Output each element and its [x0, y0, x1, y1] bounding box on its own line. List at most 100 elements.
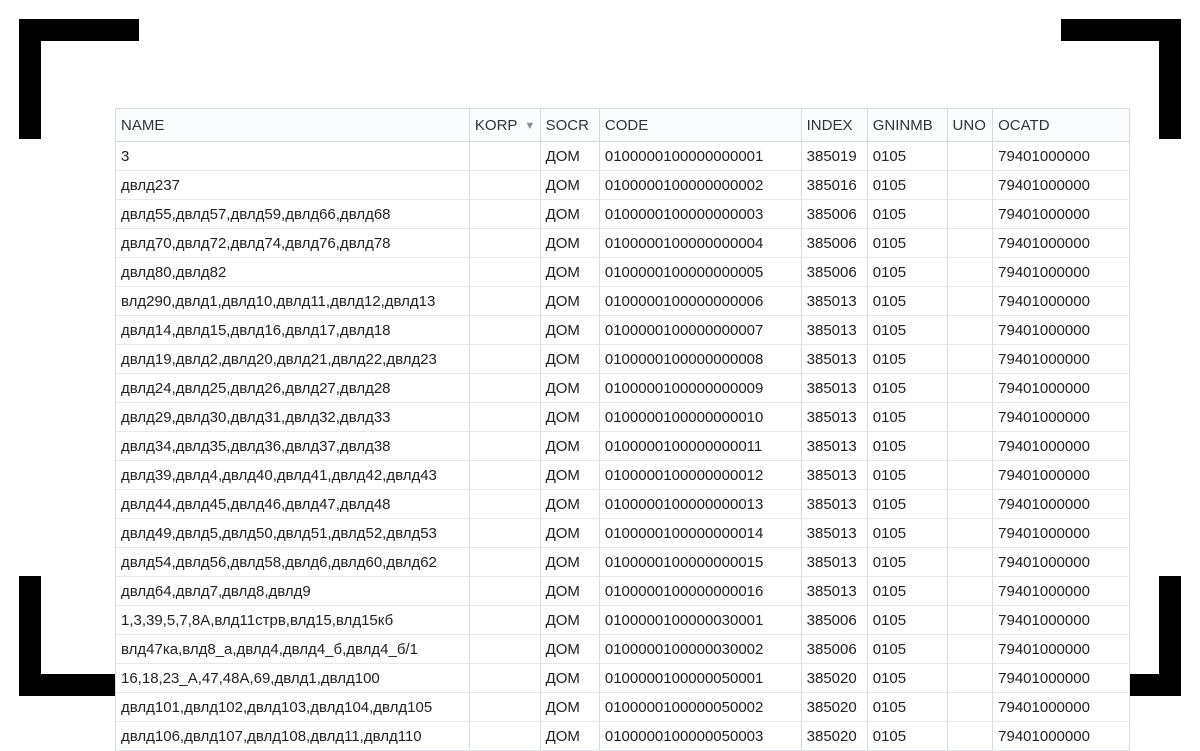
cell-uno[interactable]: [947, 664, 993, 693]
cell-index[interactable]: 385020: [801, 722, 867, 751]
cell-korp[interactable]: [469, 606, 540, 635]
cell-uno[interactable]: [947, 606, 993, 635]
table-row[interactable]: 3ДОМ010000010000000000138501901057940100…: [116, 142, 1130, 171]
table-row[interactable]: двлд49,двлд5,двлд50,двлд51,двлд52,двлд53…: [116, 519, 1130, 548]
cell-socr[interactable]: ДОМ: [540, 316, 599, 345]
table-row[interactable]: двлд39,двлд4,двлд40,двлд41,двлд42,двлд43…: [116, 461, 1130, 490]
cell-code[interactable]: 0100000100000000007: [599, 316, 801, 345]
cell-uno[interactable]: [947, 374, 993, 403]
cell-korp[interactable]: [469, 374, 540, 403]
cell-gninmb[interactable]: 0105: [867, 374, 947, 403]
column-header-socr[interactable]: SOCR: [540, 109, 599, 142]
cell-uno[interactable]: [947, 519, 993, 548]
cell-ocatd[interactable]: 79401000000: [993, 490, 1130, 519]
column-header-uno[interactable]: UNO: [947, 109, 993, 142]
column-header-korp[interactable]: KORP ▼: [469, 109, 540, 142]
table-row[interactable]: двлд44,двлд45,двлд46,двлд47,двлд48ДОМ010…: [116, 490, 1130, 519]
cell-uno[interactable]: [947, 316, 993, 345]
cell-name[interactable]: двлд64,двлд7,двлд8,двлд9: [116, 577, 469, 606]
cell-ocatd[interactable]: 79401000000: [993, 142, 1130, 171]
cell-korp[interactable]: [469, 229, 540, 258]
cell-code[interactable]: 0100000100000000016: [599, 577, 801, 606]
cell-index[interactable]: 385013: [801, 316, 867, 345]
cell-ocatd[interactable]: 79401000000: [993, 548, 1130, 577]
cell-index[interactable]: 385006: [801, 258, 867, 287]
cell-name[interactable]: влд290,двлд1,двлд10,двлд11,двлд12,двлд13: [116, 287, 469, 316]
cell-socr[interactable]: ДОМ: [540, 258, 599, 287]
cell-ocatd[interactable]: 79401000000: [993, 200, 1130, 229]
cell-name[interactable]: двлд237: [116, 171, 469, 200]
cell-gninmb[interactable]: 0105: [867, 287, 947, 316]
cell-ocatd[interactable]: 79401000000: [993, 403, 1130, 432]
table-row[interactable]: двлд80,двлд82ДОМ010000010000000000538500…: [116, 258, 1130, 287]
table-row[interactable]: двлд70,двлд72,двлд74,двлд76,двлд78ДОМ010…: [116, 229, 1130, 258]
cell-uno[interactable]: [947, 722, 993, 751]
cell-code[interactable]: 0100000100000000003: [599, 200, 801, 229]
cell-name[interactable]: двлд14,двлд15,двлд16,двлд17,двлд18: [116, 316, 469, 345]
cell-code[interactable]: 0100000100000000002: [599, 171, 801, 200]
cell-name[interactable]: двлд54,двлд56,двлд58,двлд6,двлд60,двлд62: [116, 548, 469, 577]
cell-korp[interactable]: [469, 461, 540, 490]
cell-uno[interactable]: [947, 171, 993, 200]
cell-uno[interactable]: [947, 403, 993, 432]
cell-gninmb[interactable]: 0105: [867, 345, 947, 374]
column-header-code[interactable]: CODE: [599, 109, 801, 142]
cell-code[interactable]: 0100000100000000009: [599, 374, 801, 403]
table-row[interactable]: двлд237ДОМ010000010000000000238501601057…: [116, 171, 1130, 200]
table-row[interactable]: двлд29,двлд30,двлд31,двлд32,двлд33ДОМ010…: [116, 403, 1130, 432]
cell-index[interactable]: 385013: [801, 490, 867, 519]
cell-name[interactable]: двлд34,двлд35,двлд36,двлд37,двлд38: [116, 432, 469, 461]
cell-ocatd[interactable]: 79401000000: [993, 374, 1130, 403]
cell-index[interactable]: 385019: [801, 142, 867, 171]
cell-korp[interactable]: [469, 345, 540, 374]
cell-uno[interactable]: [947, 345, 993, 374]
cell-ocatd[interactable]: 79401000000: [993, 345, 1130, 374]
cell-gninmb[interactable]: 0105: [867, 461, 947, 490]
cell-name[interactable]: влд47ка,влд8_а,двлд4,двлд4_б,двлд4_б/1: [116, 635, 469, 664]
table-row[interactable]: двлд19,двлд2,двлд20,двлд21,двлд22,двлд23…: [116, 345, 1130, 374]
cell-code[interactable]: 0100000100000050002: [599, 693, 801, 722]
cell-name[interactable]: 16,18,23_А,47,48А,69,двлд1,двлд100: [116, 664, 469, 693]
cell-gninmb[interactable]: 0105: [867, 722, 947, 751]
table-row[interactable]: двлд64,двлд7,двлд8,двлд9ДОМ0100000100000…: [116, 577, 1130, 606]
cell-socr[interactable]: ДОМ: [540, 432, 599, 461]
cell-korp[interactable]: [469, 403, 540, 432]
cell-socr[interactable]: ДОМ: [540, 548, 599, 577]
cell-gninmb[interactable]: 0105: [867, 171, 947, 200]
cell-code[interactable]: 0100000100000000015: [599, 548, 801, 577]
cell-korp[interactable]: [469, 432, 540, 461]
cell-index[interactable]: 385013: [801, 519, 867, 548]
cell-name[interactable]: 3: [116, 142, 469, 171]
cell-korp[interactable]: [469, 548, 540, 577]
cell-korp[interactable]: [469, 142, 540, 171]
cell-name[interactable]: двлд55,двлд57,двлд59,двлд66,двлд68: [116, 200, 469, 229]
cell-index[interactable]: 385013: [801, 577, 867, 606]
cell-index[interactable]: 385006: [801, 606, 867, 635]
table-row[interactable]: 16,18,23_А,47,48А,69,двлд1,двлд100ДОМ010…: [116, 664, 1130, 693]
cell-korp[interactable]: [469, 519, 540, 548]
table-row[interactable]: двлд101,двлд102,двлд103,двлд104,двлд105Д…: [116, 693, 1130, 722]
cell-code[interactable]: 0100000100000000013: [599, 490, 801, 519]
cell-ocatd[interactable]: 79401000000: [993, 171, 1130, 200]
cell-gninmb[interactable]: 0105: [867, 519, 947, 548]
cell-ocatd[interactable]: 79401000000: [993, 722, 1130, 751]
cell-code[interactable]: 0100000100000000008: [599, 345, 801, 374]
cell-korp[interactable]: [469, 200, 540, 229]
table-row[interactable]: двлд106,двлд107,двлд108,двлд11,двлд110ДО…: [116, 722, 1130, 751]
cell-socr[interactable]: ДОМ: [540, 403, 599, 432]
cell-gninmb[interactable]: 0105: [867, 490, 947, 519]
cell-uno[interactable]: [947, 548, 993, 577]
cell-code[interactable]: 0100000100000000005: [599, 258, 801, 287]
cell-socr[interactable]: ДОМ: [540, 229, 599, 258]
cell-uno[interactable]: [947, 287, 993, 316]
column-header-ocatd[interactable]: OCATD: [993, 109, 1130, 142]
cell-socr[interactable]: ДОМ: [540, 519, 599, 548]
cell-gninmb[interactable]: 0105: [867, 606, 947, 635]
cell-socr[interactable]: ДОМ: [540, 345, 599, 374]
table-row[interactable]: двлд34,двлд35,двлд36,двлд37,двлд38ДОМ010…: [116, 432, 1130, 461]
cell-code[interactable]: 0100000100000000010: [599, 403, 801, 432]
cell-name[interactable]: двлд39,двлд4,двлд40,двлд41,двлд42,двлд43: [116, 461, 469, 490]
cell-code[interactable]: 0100000100000000012: [599, 461, 801, 490]
data-grid[interactable]: NAME KORP ▼ SOCR CODE INDEX: [115, 108, 1130, 751]
cell-index[interactable]: 385013: [801, 461, 867, 490]
